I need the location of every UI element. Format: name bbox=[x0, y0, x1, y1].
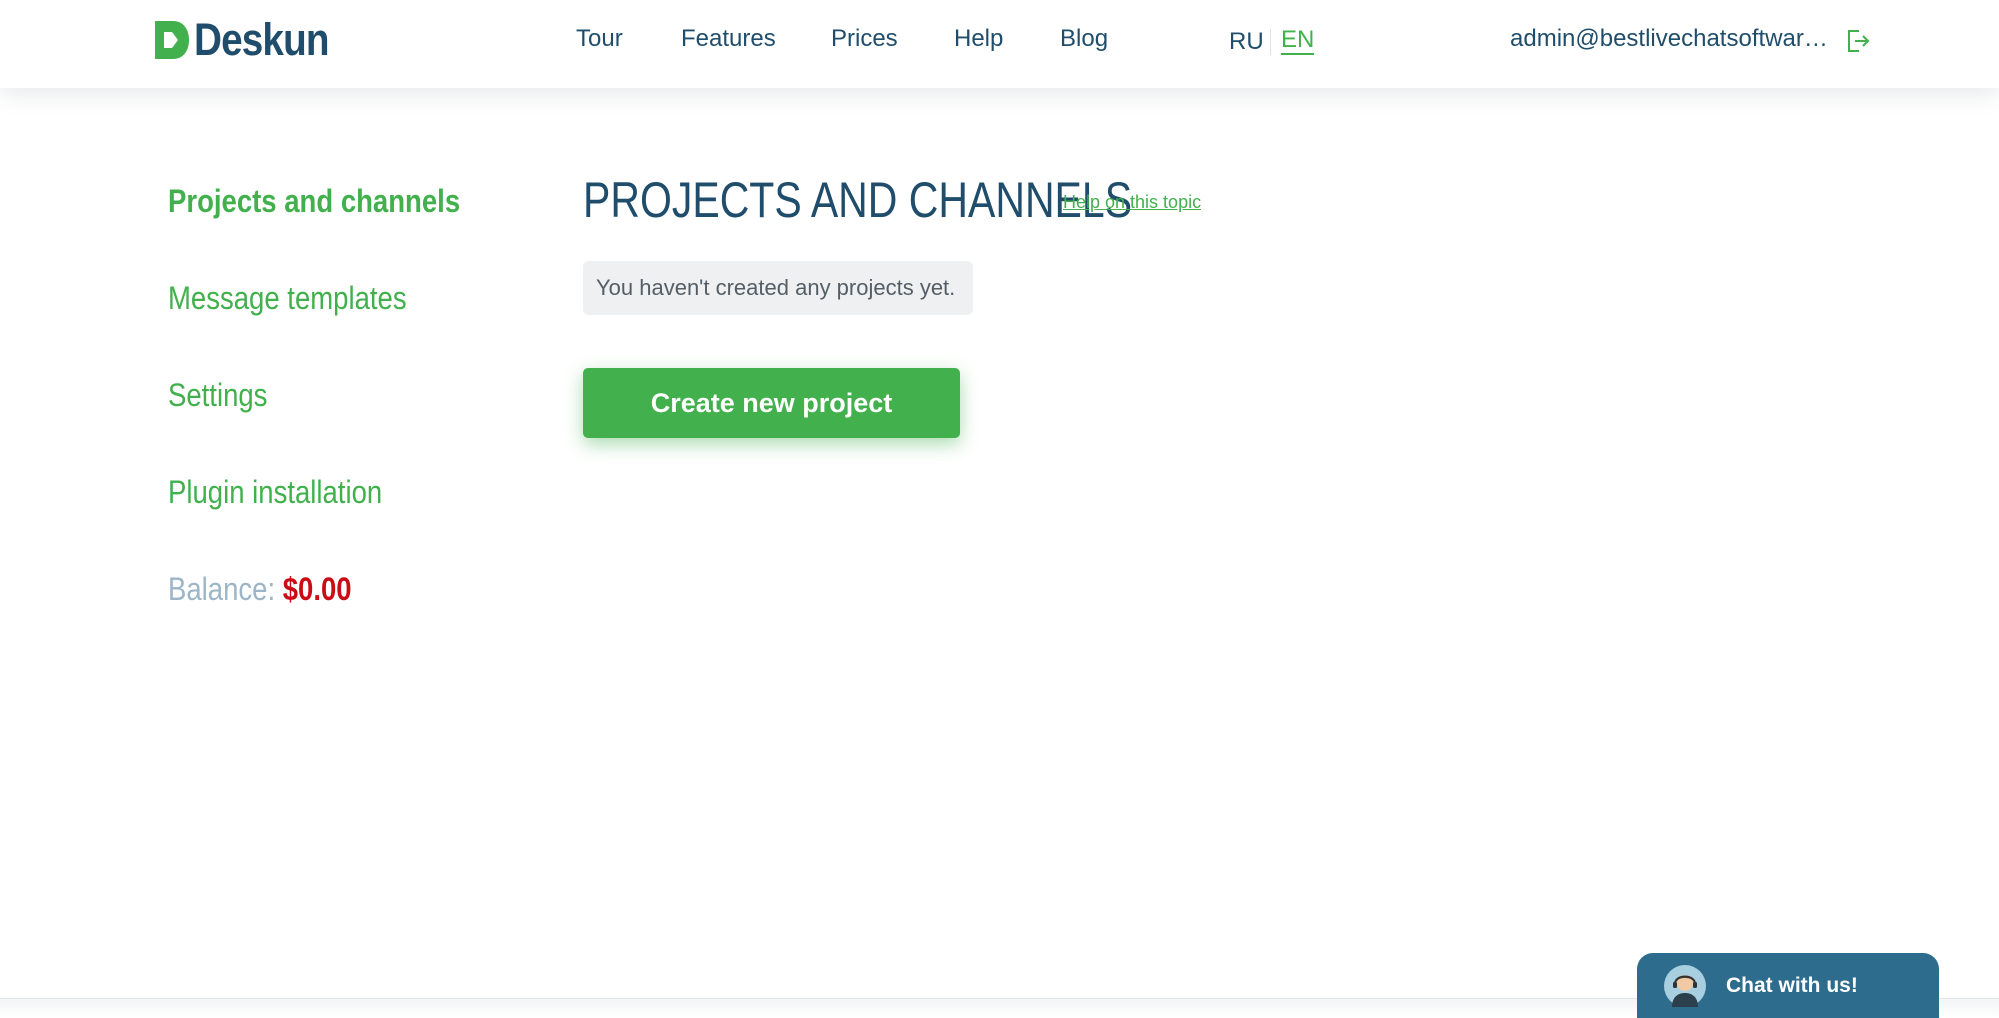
nav-tour[interactable]: Tour bbox=[576, 24, 623, 54]
settings-sidebar: Projects and channels Message templates … bbox=[168, 180, 528, 610]
main-content: PROJECTS AND CHANNELS Help on this topic… bbox=[583, 170, 1253, 438]
deskun-logo-icon bbox=[155, 20, 189, 59]
balance-value: $0.00 bbox=[282, 571, 352, 607]
balance-label: Balance: bbox=[168, 571, 276, 607]
user-email[interactable]: admin@bestlivechatsoftwar… bbox=[1510, 24, 1830, 54]
language-en[interactable]: EN bbox=[1281, 27, 1315, 55]
chat-widget-button[interactable]: Chat with us! bbox=[1637, 953, 1939, 1018]
language-divider bbox=[1270, 29, 1271, 55]
sidebar-item-message-templates[interactable]: Message templates bbox=[168, 277, 478, 374]
logo-text: Deskun bbox=[194, 14, 330, 65]
support-agent-icon bbox=[1664, 964, 1706, 1007]
sidebar-item-projects-and-channels[interactable]: Projects and channels bbox=[168, 180, 478, 277]
deskun-logo[interactable]: Deskun bbox=[155, 17, 351, 62]
balance: Balance: $0.00 bbox=[168, 568, 478, 610]
nav-prices[interactable]: Prices bbox=[831, 24, 898, 54]
language-ru[interactable]: RU bbox=[1229, 27, 1264, 57]
sidebar-item-settings[interactable]: Settings bbox=[168, 374, 478, 471]
nav-features[interactable]: Features bbox=[681, 24, 776, 54]
sidebar-item-plugin-installation[interactable]: Plugin installation bbox=[168, 471, 478, 568]
page-title: PROJECTS AND CHANNELS bbox=[583, 172, 1133, 228]
chat-widget-label: Chat with us! bbox=[1726, 973, 1858, 997]
create-new-project-button[interactable]: Create new project bbox=[583, 368, 960, 438]
empty-projects-message: You haven't created any projects yet. bbox=[583, 261, 973, 315]
top-navigation-bar: Deskun Tour Features Prices Help Blog RU… bbox=[0, 0, 1999, 88]
nav-help[interactable]: Help bbox=[954, 24, 1003, 54]
logout-icon[interactable] bbox=[1845, 28, 1871, 54]
nav-blog[interactable]: Blog bbox=[1060, 24, 1108, 54]
help-on-topic-link[interactable]: Help on this topic bbox=[1063, 192, 1201, 213]
